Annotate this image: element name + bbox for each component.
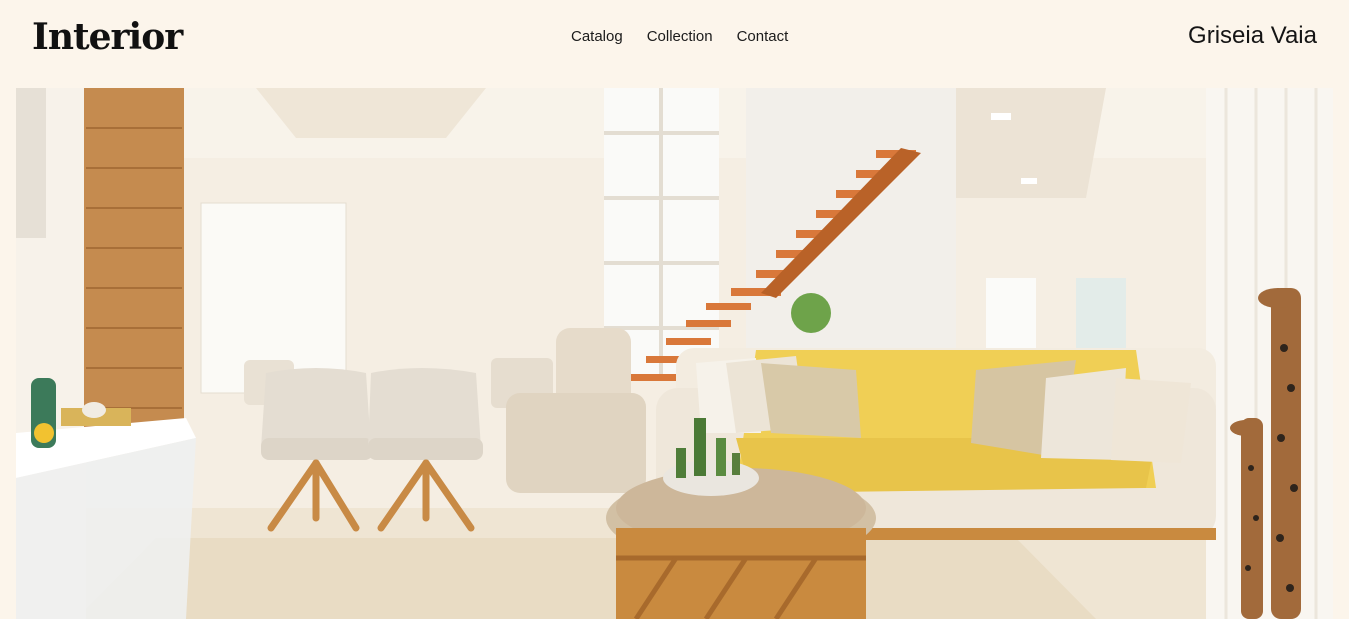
brand-name[interactable]: Griseia Vaia: [1188, 20, 1317, 52]
nav-link-catalog[interactable]: Catalog: [571, 27, 623, 47]
living-room-photo: [16, 88, 1333, 619]
site-logo[interactable]: Interior: [32, 14, 183, 60]
nav-link-contact[interactable]: Contact: [737, 27, 789, 47]
site-header: Interior Catalog Collection Contact Gris…: [0, 0, 1349, 88]
main-nav: Catalog Collection Contact: [571, 27, 788, 47]
nav-link-collection[interactable]: Collection: [647, 27, 713, 47]
hero-image: [16, 88, 1333, 619]
